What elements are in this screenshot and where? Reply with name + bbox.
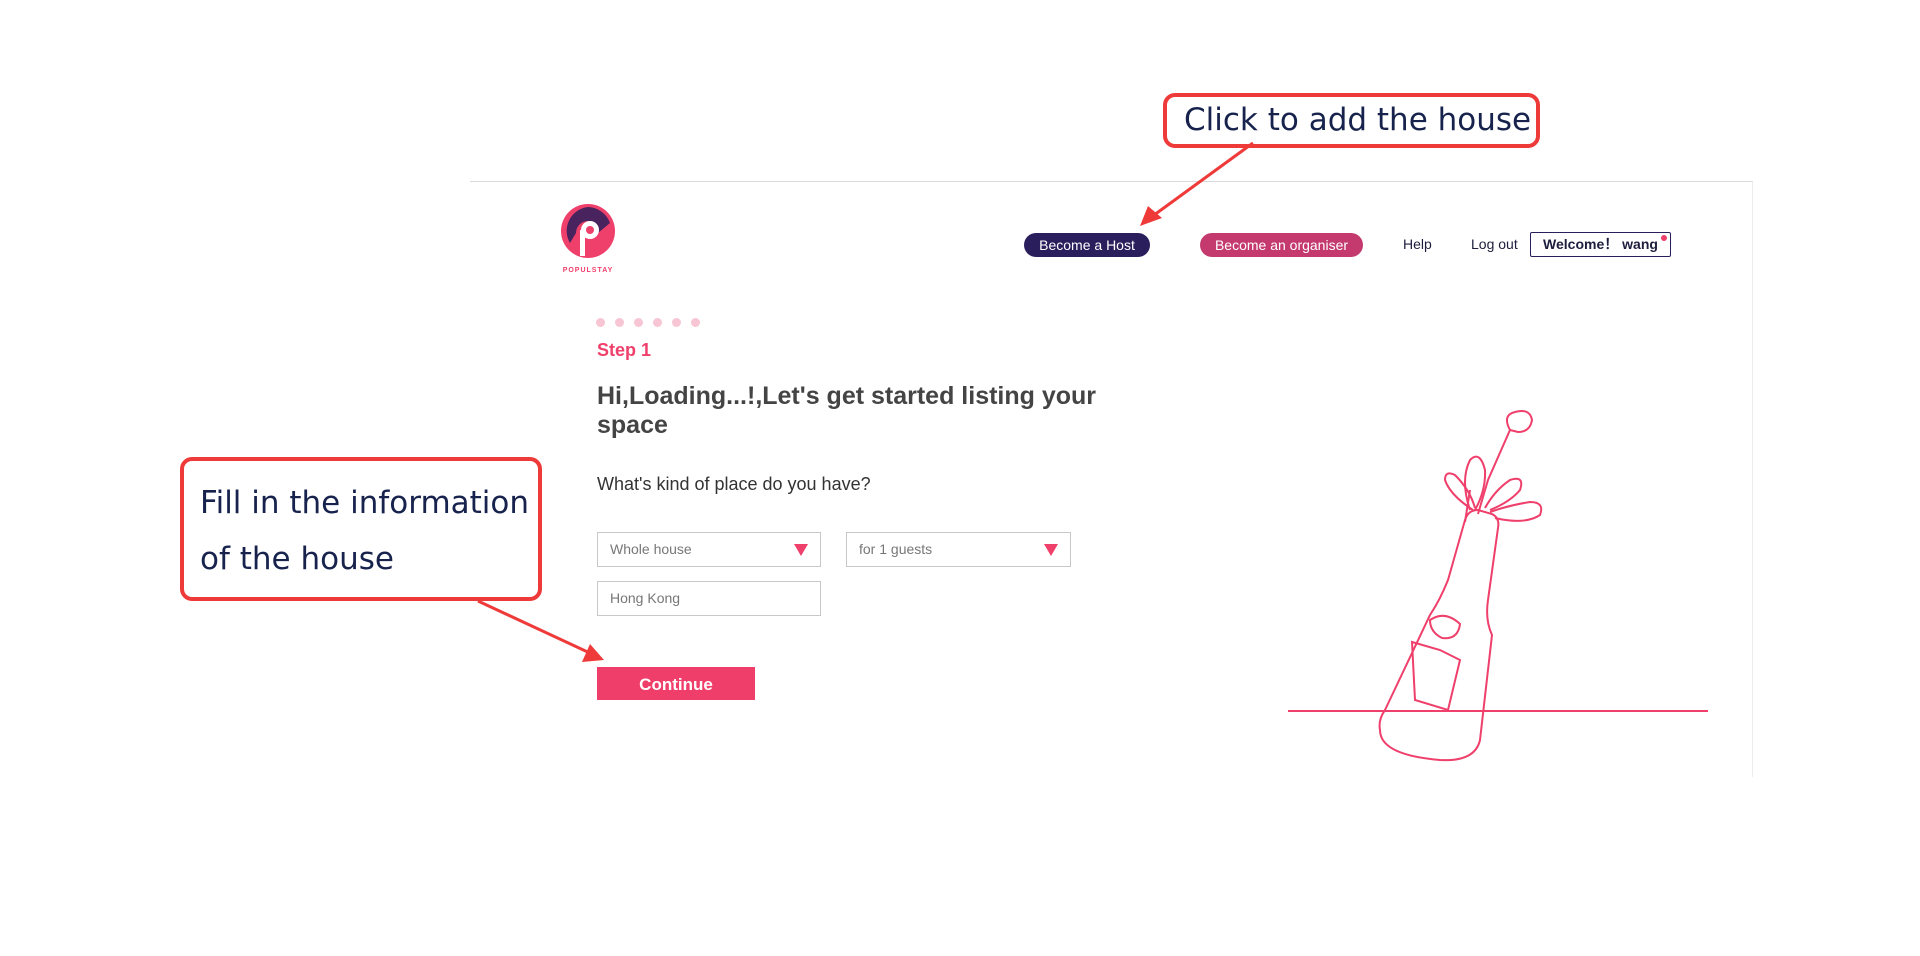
step-dot xyxy=(615,318,624,327)
city-value: Hong Kong xyxy=(610,590,681,606)
fill-info-callout: Fill in the information of the house xyxy=(180,457,542,601)
step-progress-dots xyxy=(596,318,700,327)
welcome-label: Welcome！ wang xyxy=(1543,236,1658,252)
place-question: What's kind of place do you have? xyxy=(597,474,871,494)
guests-select[interactable]: for 1 guests xyxy=(846,532,1071,567)
logout-link[interactable]: Log out xyxy=(1471,236,1518,252)
step-dot xyxy=(596,318,605,327)
city-input[interactable]: Hong Kong xyxy=(597,581,821,616)
become-host-button[interactable]: Become a Host xyxy=(1024,233,1150,257)
notification-dot xyxy=(1661,235,1667,241)
become-organiser-button[interactable]: Become an organiser xyxy=(1200,233,1363,257)
continue-button[interactable]: Continue xyxy=(597,667,755,700)
step-dot xyxy=(691,318,700,327)
user-menu[interactable]: Welcome！ wang xyxy=(1530,232,1671,257)
champagne-bottle-illustration xyxy=(1288,410,1708,762)
populstay-logo[interactable]: POPULSTAY xyxy=(558,203,618,278)
dropdown-triangle-icon xyxy=(794,544,808,556)
help-link[interactable]: Help xyxy=(1403,236,1432,252)
step-dot xyxy=(634,318,643,327)
guests-value: for 1 guests xyxy=(859,541,933,557)
logo-icon xyxy=(561,204,615,258)
step-label: Step 1 xyxy=(597,340,652,360)
add-house-callout: Click to add the house xyxy=(1163,93,1540,148)
step-dot xyxy=(672,318,681,327)
place-type-select[interactable]: Whole house xyxy=(597,532,821,567)
dropdown-triangle-icon xyxy=(1044,544,1058,556)
place-type-value: Whole house xyxy=(610,541,692,557)
logo-wordmark: POPULSTAY xyxy=(562,267,614,274)
step-dot xyxy=(653,318,662,327)
page-heading: Hi,Loading...!,Let's get started listing… xyxy=(597,382,1097,439)
